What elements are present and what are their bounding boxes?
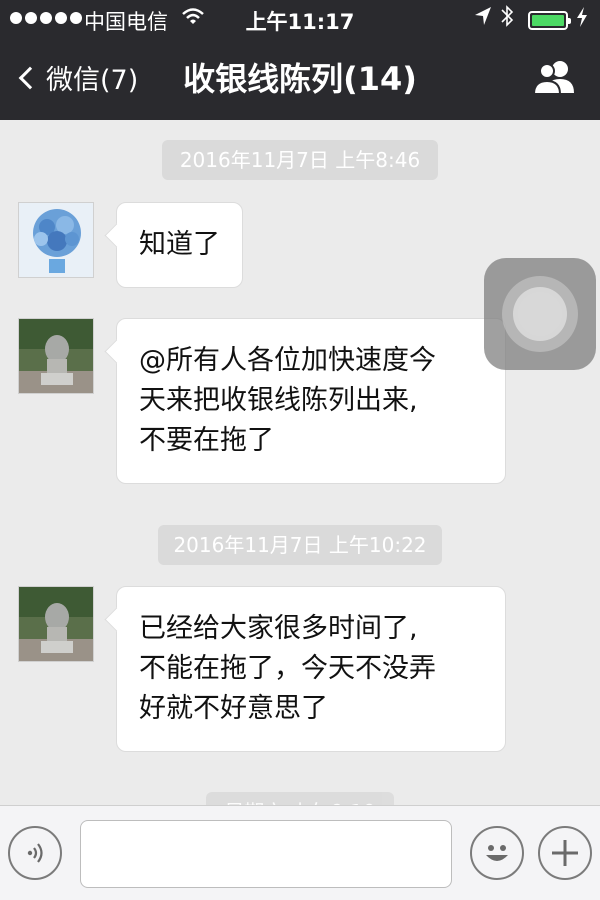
message-text-line: 天来把收银线陈列出来, <box>139 385 418 416</box>
message-text-line: 不要在拖了 <box>139 425 274 456</box>
add-button[interactable] <box>538 826 592 880</box>
back-label: 微信(7) <box>46 65 139 96</box>
voice-button[interactable] <box>8 826 62 880</box>
back-button[interactable]: 微信(7) <box>18 58 138 97</box>
timestamp-chip: 2016年11月7日 上午8:46 <box>162 140 438 180</box>
emoji-icon <box>486 845 508 861</box>
message-input[interactable] <box>80 820 452 888</box>
bluetooth-icon <box>500 4 514 33</box>
voice-icon <box>27 843 43 863</box>
charging-icon <box>576 6 588 33</box>
message-bubble[interactable]: 已经给大家很多时间了, 不能在拖了，今天不没弄 好就不好意思了 <box>116 586 506 752</box>
avatar[interactable] <box>18 586 94 662</box>
location-icon <box>474 6 492 31</box>
message-text-line: 已经给大家很多时间了, <box>139 613 418 644</box>
status-bar: 中国电信 上午11:17 <box>0 0 600 40</box>
navigation-bar: 微信(7) 收银线陈列(14) <box>0 40 600 120</box>
assistive-touch-button[interactable] <box>484 258 596 370</box>
message-text-line: 好就不好意思了 <box>139 693 328 724</box>
message-bubble[interactable]: 知道了 <box>116 202 243 288</box>
battery-icon <box>528 11 571 30</box>
timestamp-chip: 2016年11月7日 上午10:22 <box>158 525 442 565</box>
group-members-icon[interactable] <box>530 58 580 98</box>
chat-area[interactable]: 2016年11月7日 上午8:46 知道了 @所有人各位加快速度今 天来把收银线… <box>0 120 600 805</box>
chevron-left-icon <box>18 66 42 89</box>
avatar[interactable] <box>18 318 94 394</box>
message-text-line: 不能在拖了，今天不没弄 <box>139 653 436 684</box>
emoji-button[interactable] <box>470 826 524 880</box>
top-bar: 中国电信 上午11:17 微信(7) 收银线陈列(14) <box>0 0 600 120</box>
avatar[interactable] <box>18 202 94 278</box>
input-bar <box>0 805 600 900</box>
message-text-line: 知道了 <box>139 229 220 260</box>
page-title: 收银线陈列(14) <box>183 60 417 98</box>
timestamp-chip: 星期六 上午9:10 <box>206 792 394 805</box>
message-text-line: @所有人各位加快速度今 <box>139 345 436 376</box>
message-bubble[interactable]: @所有人各位加快速度今 天来把收银线陈列出来, 不要在拖了 <box>116 318 506 484</box>
plus-icon <box>552 840 578 866</box>
